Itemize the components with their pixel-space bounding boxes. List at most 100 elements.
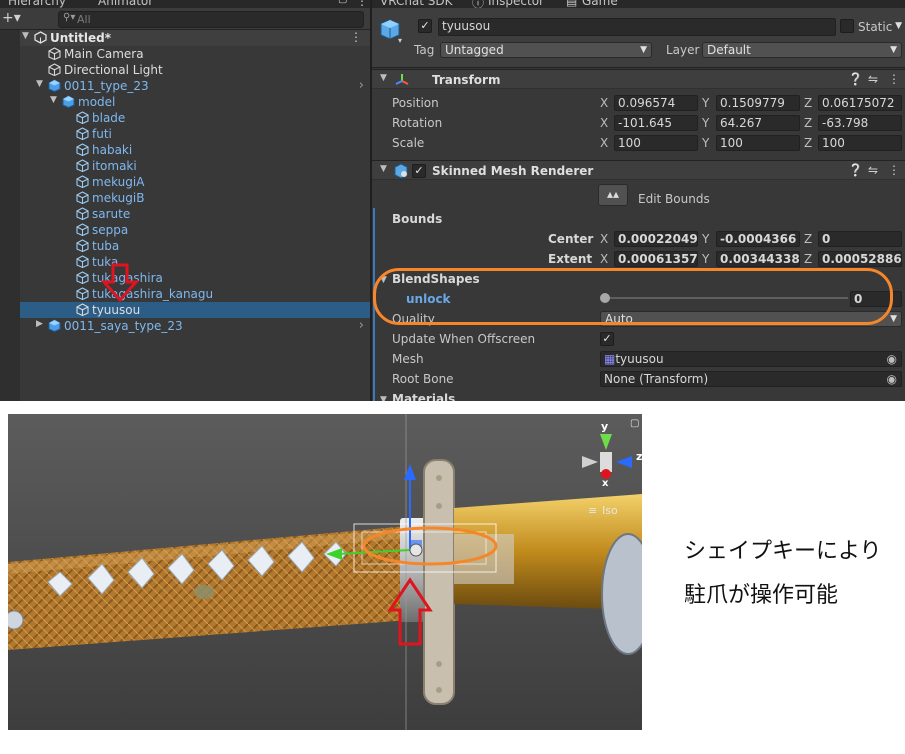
gizmo-z-label: z (636, 450, 642, 463)
projection-iso-label[interactable]: Iso (602, 504, 618, 517)
gameobject-cube-icon (76, 255, 89, 268)
hierarchy-row[interactable]: tuba (20, 238, 370, 254)
help-icon[interactable]: ❔ (848, 72, 863, 86)
hierarchy-row[interactable]: ▼ 0011_type_23 › (20, 78, 370, 94)
x-value-field[interactable]: 0.00061357 (614, 251, 698, 267)
kebab-menu-icon[interactable]: ⋮ (350, 30, 362, 44)
fold-arrow-icon[interactable]: ▼ (380, 395, 387, 401)
hierarchy-row[interactable]: habaki (20, 142, 370, 158)
open-prefab-chevron-icon[interactable]: › (359, 78, 364, 93)
y-value-field[interactable]: 0.1509779 (716, 95, 800, 111)
fold-arrow-icon[interactable]: ▼ (50, 95, 57, 105)
z-value-field[interactable]: 0.06175072 (818, 95, 902, 111)
add-gameobject-button[interactable]: +▾ (2, 11, 21, 25)
active-checkbox[interactable]: ✓ (418, 19, 432, 33)
mesh-grid-icon: ▦ (604, 352, 616, 366)
y-value-field[interactable]: -0.0004366 (716, 231, 800, 247)
y-axis-label: Y (702, 116, 710, 130)
tag-dropdown[interactable]: Untagged ▼ (440, 42, 652, 58)
scene-view[interactable]: y z x ▢ ≡ Iso (8, 414, 642, 730)
gizmo-lock-icon[interactable]: ▢ (630, 418, 639, 429)
tag-label: Tag (414, 43, 435, 57)
root-bone-field[interactable]: None (Transform) ◉ (600, 371, 902, 387)
hierarchy-row-label: Untitled* (50, 31, 111, 45)
hierarchy-row[interactable]: seppa (20, 222, 370, 238)
projection-menu-icon[interactable]: ≡ (588, 504, 597, 517)
gizmo-y-label: y (601, 420, 609, 433)
hierarchy-row[interactable]: tukagashira_kanagu (20, 286, 370, 302)
materials-label: Materials (392, 392, 456, 401)
icon-dropdown-arrow-icon[interactable]: ▾ (398, 36, 402, 45)
mesh-field[interactable]: ▦tyuusou ◉ (600, 351, 902, 367)
fold-arrow-icon[interactable]: ▼ (380, 73, 387, 83)
hierarchy-row-label: itomaki (92, 159, 137, 173)
presets-icon[interactable]: ⇋ (868, 163, 878, 177)
skinned-mesh-renderer-header[interactable]: ▼ ✓ Skinned Mesh Renderer ❔ ⇋ ⋮ (372, 160, 905, 180)
hierarchy-row[interactable]: tukagashira (20, 270, 370, 286)
smr-title: Skinned Mesh Renderer (432, 164, 594, 178)
hierarchy-row[interactable]: itomaki (20, 158, 370, 174)
fold-arrow-icon[interactable]: ▶ (36, 319, 43, 329)
hierarchy-row[interactable]: blade (20, 110, 370, 126)
y-value-field[interactable]: 100 (716, 135, 800, 151)
blendshapes-highlight-ellipse (373, 268, 893, 325)
kebab-menu-icon[interactable]: ⋮ (888, 163, 900, 177)
hierarchy-row[interactable]: Directional Light (20, 62, 370, 78)
static-dropdown[interactable]: ▼ (886, 19, 904, 35)
inspector-panel: VRChat SDK ⓘ Inspector ▤ Game ▾ ✓ tyuuso… (370, 0, 905, 401)
fold-arrow-icon[interactable]: ▼ (36, 79, 43, 89)
z-value-field[interactable]: 0 (818, 231, 902, 247)
lock-icon[interactable]: ▢ (338, 0, 347, 5)
x-value-field[interactable]: -101.645 (614, 115, 698, 131)
object-picker-icon[interactable]: ◉ (887, 352, 897, 366)
static-checkbox[interactable] (840, 19, 854, 33)
gizmo-x-label: x (602, 478, 609, 489)
y-value-field[interactable]: 64.267 (716, 115, 800, 131)
x-value-field[interactable]: 0.096574 (614, 95, 698, 111)
hierarchy-row-label: tyuusou (92, 303, 141, 317)
z-value-field[interactable]: 0.00052886 (818, 251, 902, 267)
hierarchy-row[interactable]: sarute (20, 206, 370, 222)
tab-vrchat-sdk[interactable]: VRChat SDK (380, 0, 453, 8)
tab-hierarchy[interactable]: Hierarchy (8, 0, 66, 8)
hierarchy-row[interactable]: ▶ 0011_saya_type_23 › (20, 318, 370, 334)
hierarchy-row[interactable]: tuka (20, 254, 370, 270)
kebab-menu-icon[interactable]: ⋮ (888, 72, 900, 86)
object-name-field[interactable]: tyuusou (438, 18, 836, 36)
hierarchy-row[interactable]: ▼ Untitled* ⋮ (20, 30, 370, 46)
edit-bounds-button[interactable]: ▴▴ (598, 184, 628, 206)
presets-icon[interactable]: ⇋ (868, 72, 878, 86)
hierarchy-row[interactable]: Main Camera (20, 46, 370, 62)
fold-arrow-icon[interactable]: ▼ (22, 31, 29, 41)
hierarchy-row-label: tuba (92, 239, 120, 253)
edit-bounds-label: Edit Bounds (638, 192, 710, 206)
z-value-field[interactable]: 100 (818, 135, 902, 151)
x-axis-label: X (600, 136, 609, 150)
search-icon: ⚲▾ (63, 12, 76, 23)
smr-enabled-checkbox[interactable]: ✓ (412, 164, 426, 178)
x-value-field[interactable]: 100 (614, 135, 698, 151)
hierarchy-row[interactable]: ▼ model (20, 94, 370, 110)
kebab-menu-icon[interactable]: ⋮ (356, 0, 368, 8)
update-offscreen-checkbox[interactable]: ✓ (600, 332, 614, 346)
fold-arrow-icon[interactable]: ▼ (380, 164, 387, 174)
hierarchy-row-label: mekugiA (92, 175, 145, 189)
hierarchy-row[interactable]: futi (20, 126, 370, 142)
z-value-field[interactable]: -63.798 (818, 115, 902, 131)
object-picker-icon[interactable]: ◉ (887, 372, 897, 386)
help-icon[interactable]: ❔ (848, 163, 863, 177)
hierarchy-row[interactable]: tyuusou (20, 302, 370, 318)
layer-dropdown[interactable]: Default ▼ (702, 42, 902, 58)
edit-bounds-icon: ▴▴ (606, 187, 620, 201)
tab-game[interactable]: Game (582, 0, 618, 8)
x-value-field[interactable]: 0.00022049 (614, 231, 698, 247)
transform-header[interactable]: ▼ Transform ❔ ⇋ ⋮ (372, 69, 905, 89)
open-prefab-chevron-icon[interactable]: › (359, 318, 364, 333)
hierarchy-row[interactable]: mekugiA (20, 174, 370, 190)
y-value-field[interactable]: 0.00344338 (716, 251, 800, 267)
hierarchy-search-input[interactable]: ⚲▾ All (58, 11, 364, 28)
tab-animator[interactable]: Animator (98, 0, 153, 8)
hierarchy-row[interactable]: mekugiB (20, 190, 370, 206)
caption-line-2: 駐爪が操作可能 (684, 583, 839, 608)
tab-inspector[interactable]: Inspector (488, 0, 544, 8)
